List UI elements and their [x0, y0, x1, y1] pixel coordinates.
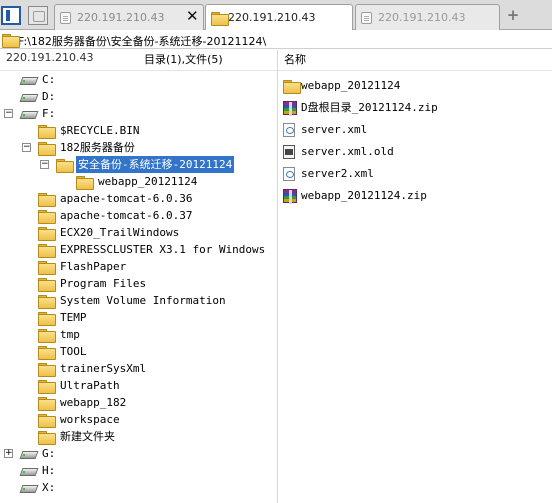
tree-item-label: apache-tomcat-6.0.36 [60, 192, 193, 205]
tree-item-label: Program Files [60, 277, 147, 290]
collapse-toggle[interactable]: − [4, 109, 13, 118]
drive-icon [20, 467, 36, 476]
document-icon [60, 12, 71, 24]
tab-3[interactable]: 220.191.210.43 [355, 4, 500, 30]
tree-item-label: TEMP [60, 311, 87, 324]
tab-3-label: 220.191.210.43 [378, 11, 466, 24]
folder-icon [38, 380, 56, 394]
folder-open-icon [56, 159, 74, 173]
folder-icon [38, 295, 56, 309]
tree-item-label: UltraPath [60, 379, 120, 392]
tree-item-label: workspace [60, 413, 120, 426]
drive-icon [20, 484, 36, 493]
folder-icon [2, 34, 20, 48]
window-button[interactable] [28, 6, 48, 25]
file-icon [283, 145, 295, 159]
xml-file-icon [283, 167, 295, 181]
folder-icon [38, 261, 56, 275]
file-name: server.xml [301, 123, 368, 136]
folder-icon [38, 193, 56, 207]
tree-item-label: System Volume Information [60, 294, 226, 307]
name-column-header[interactable]: 名称 [284, 51, 306, 70]
tree-item-label: 安全备份-系统迁移-20121124 [76, 156, 235, 173]
tree-item-label: ECX20_TrailWindows [60, 226, 180, 239]
folder-tree: C: D: F: − $RECYCLE.BIN 182服务器备份 − 安全备份-系统迁移-20… [0, 71, 277, 503]
tree-item-label: D: [42, 90, 56, 103]
folder-icon [38, 414, 56, 428]
file-name: webapp_20121124.zip [301, 189, 427, 202]
drive-icon [20, 450, 36, 459]
file-list: webapp_20121124 D盘根目录_20121124.zip server.… [278, 71, 552, 503]
folder-icon [283, 80, 301, 94]
expand-toggle[interactable]: + [4, 449, 13, 458]
folder-icon [38, 244, 56, 258]
folder-icon [38, 227, 56, 241]
tab-bar: 220.191.210.43 220.191.210.43 ✕ 220.191.… [0, 0, 552, 31]
tree-item-label: $RECYCLE.BIN [60, 124, 140, 137]
folder-icon [38, 142, 56, 156]
tree-item-label: trainerSysXml [60, 362, 147, 375]
zip-archive-icon [283, 101, 297, 116]
tree-item-label: apache-tomcat-6.0.37 [60, 209, 193, 222]
folder-icon [38, 431, 56, 445]
document-icon [361, 12, 372, 24]
tree-item-label: 182服务器备份 [60, 141, 135, 154]
folder-icon [38, 397, 56, 411]
path-bar[interactable]: F:\182服务器备份\安全备份-系统迁移-20121124\ [0, 30, 552, 49]
add-tab-button[interactable]: + [505, 6, 521, 24]
item-count: 目录(1),文件(5) [144, 53, 223, 66]
server-address: 220.191.210.43 [6, 51, 94, 64]
tree-item-label: tmp [60, 328, 80, 341]
file-name: server2.xml [301, 167, 374, 180]
tree-item-label: webapp_182 [60, 396, 127, 409]
folder-icon [38, 125, 56, 139]
tree-item-label: FlashPaper [60, 260, 127, 273]
xml-file-icon [283, 123, 295, 137]
folder-icon [38, 363, 56, 377]
folder-icon [38, 278, 56, 292]
file-name: webapp_20121124 [301, 79, 401, 92]
folder-icon [38, 346, 56, 360]
tab-1[interactable]: 220.191.210.43 [54, 4, 204, 30]
drive-icon [20, 76, 36, 85]
path-text: F:\182服务器备份\安全备份-系统迁移-20121124\ [18, 35, 267, 48]
tree-item-label: 新建文件夹 [60, 430, 115, 443]
tree-item-label: X: [42, 481, 56, 494]
panel-toggle-button[interactable] [1, 6, 21, 25]
folder-icon [38, 312, 56, 326]
tree-item-label: G: [42, 447, 56, 460]
tree-item-label: H: [42, 464, 56, 477]
folder-icon [76, 176, 94, 190]
tree-item-label: webapp_20121124 [98, 175, 198, 188]
collapse-toggle[interactable]: − [22, 143, 31, 152]
folder-icon [38, 210, 56, 224]
file-name: D盘根目录_20121124.zip [301, 101, 438, 114]
tree-item-label: F: [42, 107, 56, 120]
tree-item-label: EXPRESSCLUSTER X3.1 for Windows [60, 243, 266, 256]
tab-1-label: 220.191.210.43 [77, 11, 165, 24]
tree-item-label: C: [42, 73, 56, 86]
file-name: server.xml.old [301, 145, 394, 158]
drive-icon [20, 93, 36, 102]
drive-icon [20, 110, 36, 119]
folder-icon [38, 329, 56, 343]
zip-archive-icon [283, 189, 297, 204]
tree-item-label: TOOL [60, 345, 87, 358]
collapse-toggle[interactable]: − [40, 160, 49, 169]
